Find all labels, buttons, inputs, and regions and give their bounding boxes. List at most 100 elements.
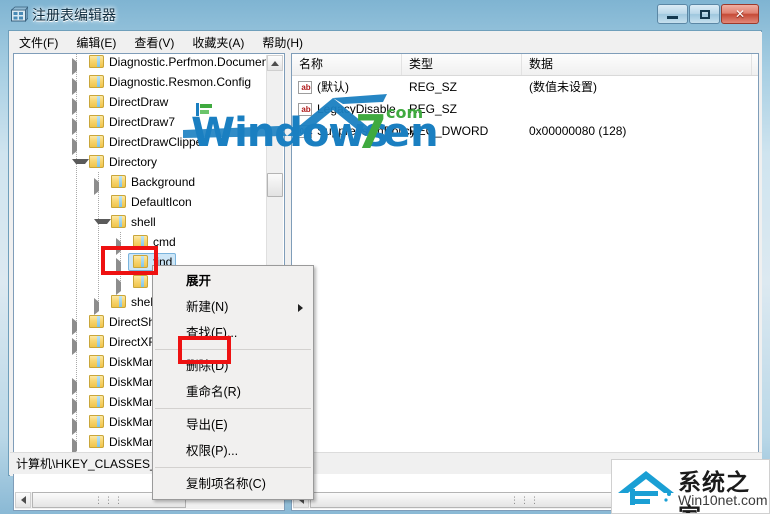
- context-menu-item-6[interactable]: 权限(P)...: [153, 438, 313, 464]
- folder-icon: [89, 355, 104, 368]
- tree-guide-line: [98, 232, 99, 252]
- chevron-left-icon: [20, 496, 26, 504]
- tree-item-label: DefaultIcon: [131, 195, 192, 209]
- minimize-icon: [658, 5, 687, 23]
- context-menu-item-2[interactable]: 查找(F)...: [153, 320, 313, 346]
- tree-guide-line: [76, 212, 77, 232]
- tree-item-directory[interactable]: Directory: [14, 152, 268, 172]
- tree-item-label: Directory: [109, 155, 158, 169]
- context-menu-item-label: 展开: [186, 274, 212, 288]
- folder-icon: [111, 215, 126, 228]
- value-name: LegacyDisable: [317, 102, 396, 116]
- tree-item-label: shell: [131, 215, 156, 229]
- submenu-arrow-icon: [298, 304, 303, 312]
- tree-item-label: DirectDraw: [109, 95, 169, 109]
- folder-icon: [89, 155, 104, 168]
- chevron-up-icon: [271, 60, 279, 66]
- context-menu-item-3[interactable]: 删除(D): [153, 353, 313, 379]
- folder-icon: [133, 275, 148, 288]
- tree-guide-line: [76, 232, 77, 252]
- tree-guide-line: [76, 272, 77, 292]
- value-row[interactable]: 011 SuppressionPolicy REG_DWORD 0x00000080 …: [292, 121, 758, 142]
- collapse-triangle-icon[interactable]: [94, 219, 111, 233]
- string-value-icon: ab: [298, 103, 312, 116]
- value-data: 0x00000080 (128): [529, 124, 627, 138]
- close-button[interactable]: ✕: [721, 4, 759, 24]
- tree-guide-line: [76, 292, 77, 312]
- context-menu-item-1[interactable]: 新建(N): [153, 294, 313, 320]
- tree-item-directdraw7[interactable]: DirectDraw7: [14, 112, 268, 135]
- context-menu-item-4[interactable]: 重命名(R): [153, 379, 313, 405]
- tree-item-defaulticon[interactable]: DefaultIcon: [14, 192, 268, 212]
- minimize-button[interactable]: [657, 4, 688, 24]
- context-menu-item-5[interactable]: 导出(E): [153, 412, 313, 438]
- maximize-icon: [690, 5, 719, 23]
- tree-guide-line: [76, 252, 77, 272]
- value-name: SuppressionPolicy: [317, 124, 416, 138]
- tree-scroll-left-button[interactable]: [15, 492, 31, 508]
- menu-favorites[interactable]: 收藏夹(A): [183, 32, 253, 53]
- context-menu-separator: [155, 467, 311, 468]
- context-menu-separator: [155, 408, 311, 409]
- window-title: 注册表编辑器: [32, 7, 116, 23]
- value-row[interactable]: ab LegacyDisable REG_SZ: [292, 99, 758, 120]
- folder-icon: [89, 135, 104, 148]
- tree-item-diagnostic-perfmon-document[interactable]: Diagnostic.Perfmon.Document: [14, 54, 268, 75]
- context-menu-item-label: 重命名(R): [186, 385, 241, 399]
- tree-scroll-thumb[interactable]: [267, 173, 283, 197]
- registry-key-context-menu[interactable]: 展开新建(N) 查找(F)... 删除(D) 重命名(R) 导出(E) 权限(P)... 复…: [152, 265, 314, 500]
- values-column-header[interactable]: 名称 类型 数据: [292, 54, 758, 76]
- folder-icon: [111, 175, 126, 188]
- string-value-icon: ab: [298, 81, 312, 94]
- tree-item-directdrawclipper[interactable]: DirectDrawClipper: [14, 132, 268, 155]
- tree-item-directdraw[interactable]: DirectDraw: [14, 92, 268, 115]
- tree-scroll-up-button[interactable]: [267, 55, 283, 71]
- tree-guide-line: [98, 252, 99, 272]
- menu-view[interactable]: 查看(V): [125, 32, 183, 53]
- folder-icon: [89, 75, 104, 88]
- close-icon: ✕: [734, 7, 746, 21]
- xitongzhijia-logo: 系统之家 Win10net.com: [611, 459, 770, 514]
- context-menu-item-label: 权限(P)...: [186, 444, 239, 458]
- tree-item-shell[interactable]: shell: [14, 212, 268, 232]
- tree-item-background[interactable]: Background: [14, 172, 268, 195]
- tree-guide-line: [76, 172, 77, 192]
- annotation-box-find-key: [101, 246, 158, 275]
- title-bar[interactable]: 注册表编辑器 ✕: [0, 0, 770, 30]
- menu-file[interactable]: 文件(F): [10, 32, 67, 53]
- tree-item-diagnostic-resmon-config[interactable]: Diagnostic.Resmon.Config: [14, 72, 268, 95]
- context-menu-item-label: 导出(E): [186, 418, 228, 432]
- value-data: (数值未设置): [529, 80, 597, 94]
- value-row[interactable]: ab (默认) REG_SZ (数值未设置): [292, 77, 758, 98]
- context-menu-item-label: 新建(N): [186, 300, 229, 314]
- collapse-triangle-icon[interactable]: [72, 159, 89, 173]
- context-menu-item-label: 复制项名称(C): [186, 477, 266, 491]
- context-menu-item-7[interactable]: 复制项名称(C): [153, 471, 313, 497]
- folder-icon: [111, 295, 126, 308]
- registry-editor-icon: [10, 5, 29, 24]
- tree-item-label: Diagnostic.Perfmon.Document: [109, 55, 268, 69]
- column-header-data[interactable]: 数据: [522, 54, 752, 75]
- folder-icon: [89, 115, 104, 128]
- context-menu-item-0[interactable]: 展开: [153, 268, 313, 294]
- tree-item-label: Diagnostic.Resmon.Config: [109, 75, 252, 89]
- logo-english-text: Win10net.com: [678, 492, 768, 508]
- menu-edit[interactable]: 编辑(E): [67, 32, 125, 53]
- tree-item-label: Background: [131, 175, 196, 189]
- value-name: (默认): [317, 80, 349, 94]
- menu-bar: 文件(F) 编辑(E) 查看(V) 收藏夹(A) 帮助(H): [10, 32, 762, 53]
- column-header-name[interactable]: 名称: [292, 54, 402, 75]
- folder-icon: [89, 95, 104, 108]
- folder-icon: [89, 415, 104, 428]
- folder-icon: [89, 55, 104, 68]
- tree-guide-line: [98, 192, 99, 212]
- column-header-type[interactable]: 类型: [402, 54, 522, 75]
- registry-values-pane[interactable]: 名称 类型 数据 ab (默认) REG_SZ (数值未设置) ab LegacyDisabl…: [291, 53, 759, 511]
- value-type: REG_DWORD: [409, 124, 489, 138]
- folder-icon: [89, 395, 104, 408]
- menu-help[interactable]: 帮助(H): [253, 32, 312, 53]
- tree-guide-line: [76, 192, 77, 212]
- value-type: REG_SZ: [409, 80, 458, 94]
- maximize-button[interactable]: [689, 4, 720, 24]
- folder-icon: [89, 435, 104, 448]
